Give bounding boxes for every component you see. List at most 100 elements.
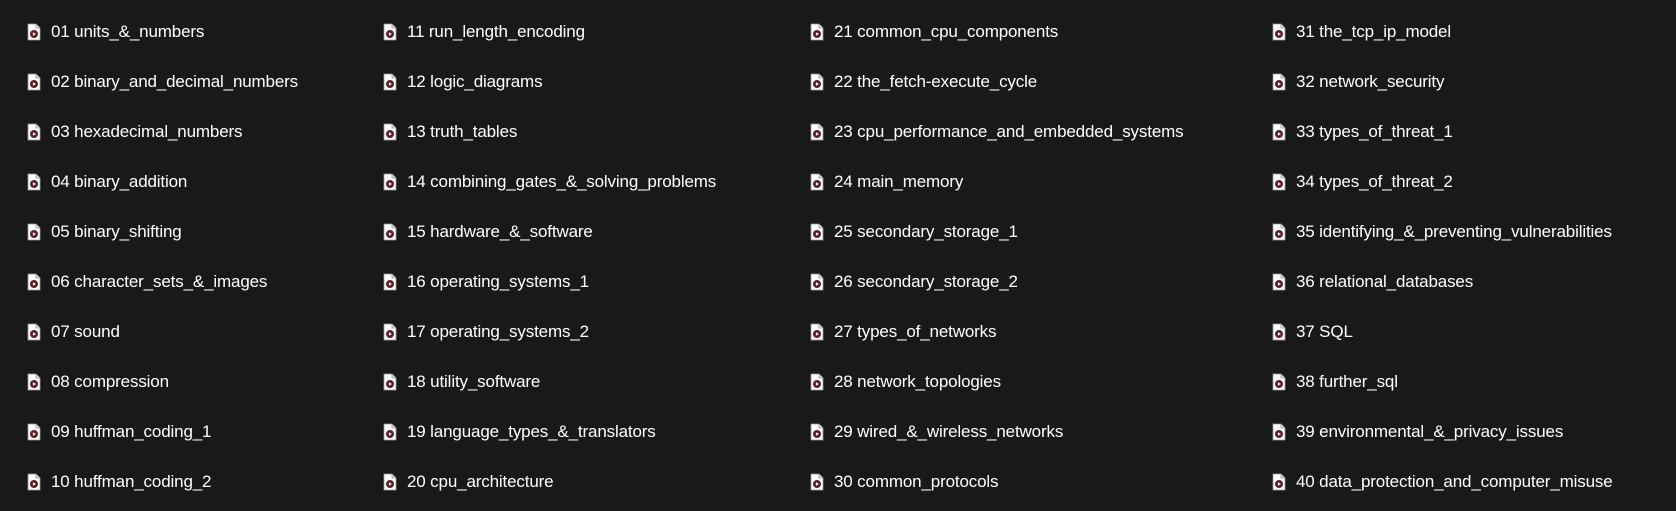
video-file-icon [810, 423, 824, 441]
video-file-icon [383, 423, 397, 441]
file-name: 05 binary_shifting [51, 222, 182, 241]
file-name: 12 logic_diagrams [407, 72, 543, 91]
file-item[interactable]: 16 operating_systems_1 [383, 257, 803, 307]
file-item[interactable]: 02 binary_and_decimal_numbers [27, 57, 367, 107]
file-name: 24 main_memory [834, 172, 964, 191]
file-item[interactable]: 12 logic_diagrams [383, 57, 803, 107]
file-name: 14 combining_gates_&_solving_problems [407, 172, 717, 191]
file-name: 31 the_tcp_ip_model [1296, 22, 1451, 41]
file-name: 06 character_sets_&_images [51, 272, 268, 291]
file-name: 39 environmental_&_privacy_issues [1296, 422, 1564, 441]
file-item[interactable]: 07 sound [27, 307, 367, 357]
video-file-icon [27, 123, 41, 141]
file-item[interactable]: 04 binary_addition [27, 157, 367, 207]
video-file-icon [27, 473, 41, 491]
file-name: 26 secondary_storage_2 [834, 272, 1018, 291]
file-name: 07 sound [51, 322, 120, 341]
file-item[interactable]: 18 utility_software [383, 357, 803, 407]
video-file-icon [810, 273, 824, 291]
file-column-4: 31 the_tcp_ip_model 32 network_security 33… [1272, 7, 1672, 507]
file-item[interactable]: 30 common_protocols [810, 457, 1260, 507]
file-list-view: 01 units_&_numbers 02 binary_and_decimal_… [0, 0, 1676, 511]
video-file-icon [810, 73, 824, 91]
file-item[interactable]: 29 wired_&_wireless_networks [810, 407, 1260, 457]
file-item[interactable]: 35 identifying_&_preventing_vulnerabilit… [1272, 207, 1672, 257]
video-file-icon [1272, 223, 1286, 241]
video-file-icon [27, 173, 41, 191]
file-item[interactable]: 39 environmental_&_privacy_issues [1272, 407, 1672, 457]
file-item[interactable]: 31 the_tcp_ip_model [1272, 7, 1672, 57]
video-file-icon [383, 273, 397, 291]
file-item[interactable]: 23 cpu_performance_and_embedded_systems [810, 107, 1260, 157]
file-item[interactable]: 38 further_sql [1272, 357, 1672, 407]
file-name: 22 the_fetch-execute_cycle [834, 72, 1038, 91]
video-file-icon [1272, 173, 1286, 191]
file-name: 16 operating_systems_1 [407, 272, 589, 291]
file-name: 20 cpu_architecture [407, 472, 554, 491]
video-file-icon [27, 323, 41, 341]
file-item[interactable]: 32 network_security [1272, 57, 1672, 107]
video-file-icon [1272, 423, 1286, 441]
file-item[interactable]: 05 binary_shifting [27, 207, 367, 257]
video-file-icon [383, 123, 397, 141]
video-file-icon [383, 473, 397, 491]
video-file-icon [383, 73, 397, 91]
video-file-icon [1272, 373, 1286, 391]
file-item[interactable]: 15 hardware_&_software [383, 207, 803, 257]
file-item[interactable]: 27 types_of_networks [810, 307, 1260, 357]
video-file-icon [27, 373, 41, 391]
file-name: 34 types_of_threat_2 [1296, 172, 1453, 191]
video-file-icon [1272, 123, 1286, 141]
file-name: 40 data_protection_and_computer_misuse [1296, 472, 1613, 491]
file-item[interactable]: 28 network_topologies [810, 357, 1260, 407]
file-name: 15 hardware_&_software [407, 222, 593, 241]
file-name: 30 common_protocols [834, 472, 999, 491]
video-file-icon [810, 373, 824, 391]
video-file-icon [810, 173, 824, 191]
file-item[interactable]: 10 huffman_coding_2 [27, 457, 367, 507]
file-name: 13 truth_tables [407, 122, 518, 141]
file-name: 11 run_length_encoding [407, 22, 585, 41]
video-file-icon [27, 223, 41, 241]
file-item[interactable]: 11 run_length_encoding [383, 7, 803, 57]
file-name: 36 relational_databases [1296, 272, 1474, 291]
video-file-icon [1272, 73, 1286, 91]
video-file-icon [1272, 23, 1286, 41]
file-item[interactable]: 21 common_cpu_components [810, 7, 1260, 57]
file-name: 29 wired_&_wireless_networks [834, 422, 1064, 441]
file-item[interactable]: 09 huffman_coding_1 [27, 407, 367, 457]
file-name: 32 network_security [1296, 72, 1445, 91]
video-file-icon [383, 373, 397, 391]
file-item[interactable]: 40 data_protection_and_computer_misuse [1272, 457, 1672, 507]
video-file-icon [1272, 273, 1286, 291]
file-item[interactable]: 26 secondary_storage_2 [810, 257, 1260, 307]
file-item[interactable]: 08 compression [27, 357, 367, 407]
video-file-icon [27, 73, 41, 91]
video-file-icon [383, 323, 397, 341]
video-file-icon [810, 123, 824, 141]
file-name: 08 compression [51, 372, 169, 391]
file-name: 23 cpu_performance_and_embedded_systems [834, 122, 1184, 141]
file-item[interactable]: 19 language_types_&_translators [383, 407, 803, 457]
file-name: 28 network_topologies [834, 372, 1001, 391]
file-item[interactable]: 06 character_sets_&_images [27, 257, 367, 307]
file-name: 09 huffman_coding_1 [51, 422, 212, 441]
file-item[interactable]: 14 combining_gates_&_solving_problems [383, 157, 803, 207]
file-item[interactable]: 37 SQL [1272, 307, 1672, 357]
file-item[interactable]: 03 hexadecimal_numbers [27, 107, 367, 157]
video-file-icon [1272, 323, 1286, 341]
file-item[interactable]: 13 truth_tables [383, 107, 803, 157]
file-name: 17 operating_systems_2 [407, 322, 589, 341]
file-name: 03 hexadecimal_numbers [51, 122, 243, 141]
video-file-icon [810, 23, 824, 41]
file-item[interactable]: 36 relational_databases [1272, 257, 1672, 307]
file-item[interactable]: 17 operating_systems_2 [383, 307, 803, 357]
file-item[interactable]: 24 main_memory [810, 157, 1260, 207]
file-item[interactable]: 25 secondary_storage_1 [810, 207, 1260, 257]
file-name: 25 secondary_storage_1 [834, 222, 1018, 241]
file-item[interactable]: 34 types_of_threat_2 [1272, 157, 1672, 207]
file-item[interactable]: 01 units_&_numbers [27, 7, 367, 57]
file-item[interactable]: 33 types_of_threat_1 [1272, 107, 1672, 157]
file-item[interactable]: 20 cpu_architecture [383, 457, 803, 507]
file-item[interactable]: 22 the_fetch-execute_cycle [810, 57, 1260, 107]
